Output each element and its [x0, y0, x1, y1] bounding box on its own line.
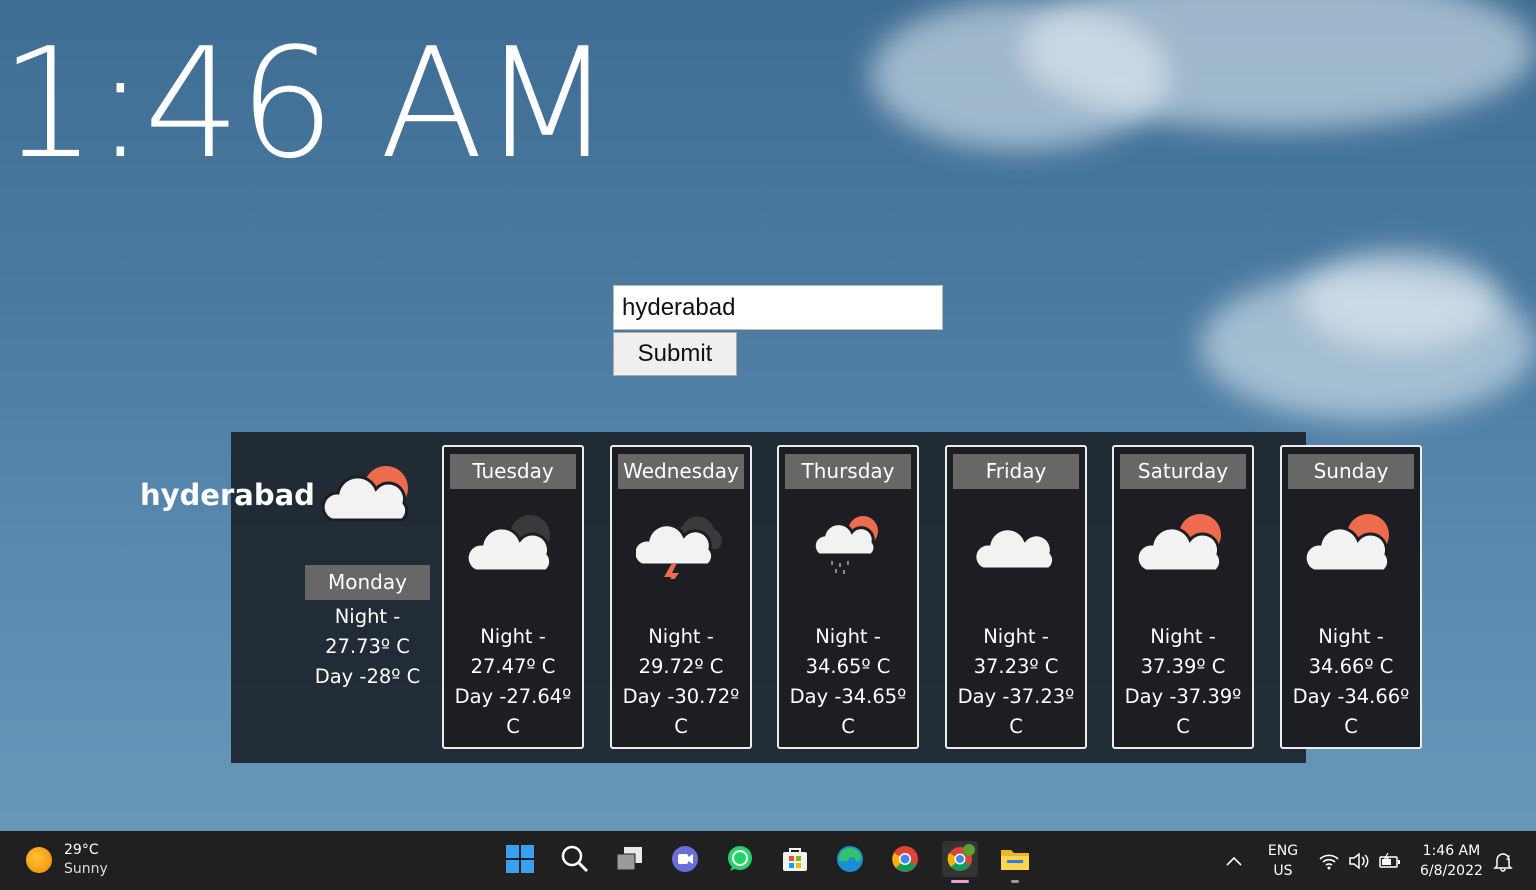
file-explorer-icon[interactable] [997, 841, 1033, 883]
night-label: Night - [1150, 625, 1216, 648]
today-forecast: Monday Night - 27.73º C Day -28º C [305, 565, 430, 692]
svg-text:z: z [1506, 853, 1510, 862]
edge-icon[interactable] [832, 841, 868, 877]
forecast-card-tuesday: Tuesday Night - 27.47º C Day -27.64º C [442, 445, 584, 749]
night-temp: 29.72º C [638, 655, 724, 678]
night-temp: 34.66º C [1308, 655, 1394, 678]
sky-cloud [1300, 250, 1500, 350]
windows-start-icon[interactable] [502, 841, 538, 877]
temp-unit: C [674, 715, 688, 738]
rain-icon [812, 516, 878, 574]
forecast-card-thursday: Thursday Night - 34.65º C Day -34.65º C [777, 445, 919, 749]
day-temp: Day -34.65º [789, 685, 907, 708]
chrome-icon[interactable] [887, 841, 923, 877]
forecast-card-sunday: Sunday Night - 34.66º C Day -34.66º C [1280, 445, 1422, 749]
battery-icon [1379, 852, 1400, 868]
search-icon[interactable] [557, 841, 593, 877]
partly-cloudy-icon [1306, 514, 1391, 573]
day-temp: Day -28º C [314, 665, 421, 688]
day-temp: Day -27.64º [454, 685, 572, 708]
task-view-icon[interactable] [612, 841, 648, 877]
night-label: Night - [815, 625, 881, 648]
night-temp: 27.73º C [325, 635, 410, 658]
day-label: Sunday [1288, 454, 1414, 489]
temp-unit: C [1344, 715, 1358, 738]
temp-unit: C [1009, 715, 1023, 738]
language-line2: US [1273, 862, 1293, 879]
notification-bell-icon: z [1493, 853, 1513, 872]
open-indicator [1011, 880, 1019, 883]
night-temp: 34.65º C [805, 655, 891, 678]
forecast-card-saturday: Saturday Night - 37.39º C Day -37.39º C [1112, 445, 1254, 749]
partly-cloudy-icon [1138, 514, 1223, 573]
night-label: Night - [983, 625, 1049, 648]
cloudy-night-icon [468, 515, 553, 573]
chevron-up-icon [1226, 856, 1242, 866]
tray-overflow-button[interactable] [1224, 831, 1244, 890]
sun-icon [26, 847, 52, 873]
taskbar-date: 6/8/2022 [1420, 862, 1483, 879]
taskbar-apps [502, 841, 1033, 883]
teams-chat-icon[interactable] [667, 841, 703, 877]
day-temp: Day -34.66º [1292, 685, 1410, 708]
taskbar-time: 1:46 AM [1422, 842, 1481, 859]
temp-unit: C [506, 715, 520, 738]
partly-cloudy-icon [322, 466, 409, 522]
search-form: Submit [613, 285, 943, 376]
volume-icon [1349, 851, 1369, 870]
day-label: Saturday [1120, 454, 1246, 489]
day-temp: Day -37.23º [957, 685, 1075, 708]
night-label: Night - [1318, 625, 1384, 648]
night-temp: 37.23º C [973, 655, 1059, 678]
night-label: Night - [480, 625, 546, 648]
wifi-icon [1319, 854, 1339, 869]
clock-display: 1:46 AM [0, 15, 613, 192]
day-label: Thursday [785, 454, 911, 489]
cloud-icon [973, 527, 1056, 571]
language-line1: ENG [1267, 842, 1299, 859]
taskbar-condition: Sunny [64, 861, 108, 877]
night-label: Night - [334, 605, 401, 628]
night-label: Night - [648, 625, 714, 648]
temp-unit: C [841, 715, 855, 738]
city-search-input[interactable] [613, 285, 943, 330]
whatsapp-icon[interactable] [722, 841, 758, 877]
day-label: Wednesday [618, 454, 744, 489]
night-temp: 37.39º C [1140, 655, 1226, 678]
forecast-card-friday: Friday Night - 37.23º C Day -37.23º C [945, 445, 1087, 749]
taskbar: 29°C Sunny ENG US 1:46 AM 6/8/2022 z [0, 831, 1536, 890]
day-label: Tuesday [450, 454, 576, 489]
language-indicator[interactable]: ENG US [1266, 831, 1300, 890]
thunderstorm-icon [636, 516, 722, 579]
day-temp: Day -30.72º [622, 685, 740, 708]
chrome-profile-icon[interactable] [942, 841, 978, 883]
active-indicator [951, 880, 969, 883]
temp-unit: C [1176, 715, 1190, 738]
city-name: hyderabad [140, 478, 315, 512]
forecast-card-wednesday: Wednesday Night - 29.72º C Day -30.72º C [610, 445, 752, 749]
quick-settings[interactable] [1318, 831, 1402, 890]
day-label: Friday [953, 454, 1079, 489]
microsoft-store-icon[interactable] [777, 841, 813, 877]
night-temp: 27.47º C [470, 655, 556, 678]
day-label: Monday [305, 565, 430, 600]
notification-button[interactable]: z [1492, 831, 1514, 890]
taskbar-weather-widget[interactable]: 29°C Sunny [26, 841, 108, 879]
day-temp: Day -37.39º [1124, 685, 1242, 708]
taskbar-temp: 29°C [64, 842, 99, 858]
clock-date[interactable]: 1:46 AM 6/8/2022 [1420, 831, 1483, 890]
submit-button[interactable]: Submit [613, 332, 737, 376]
